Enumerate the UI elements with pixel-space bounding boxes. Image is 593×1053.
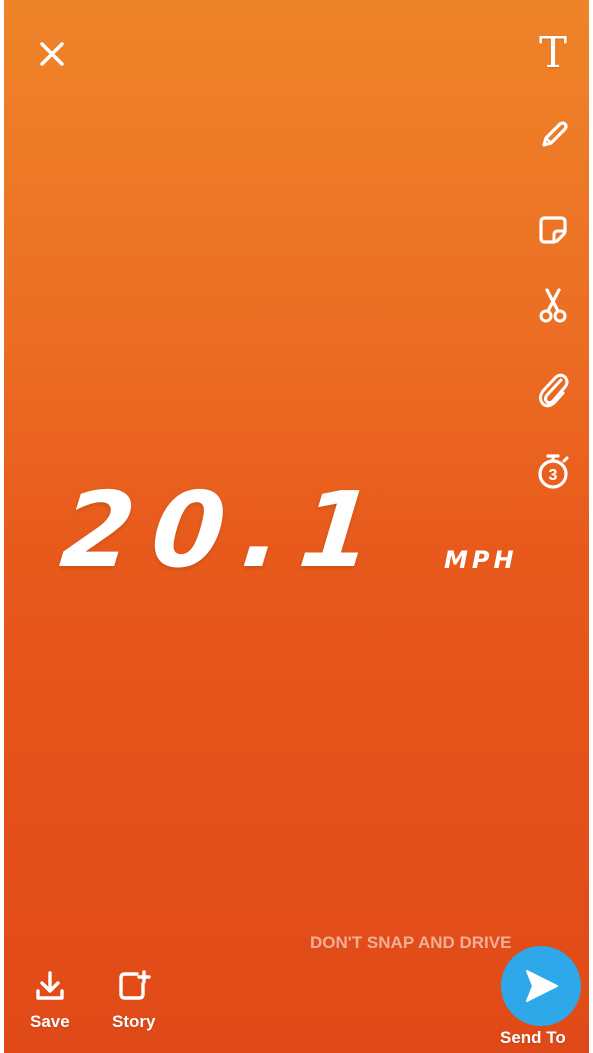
snap-preview-screen: T 3 20.1 MPH DON'T SNAP AND DRIVE Save S… (4, 0, 589, 1053)
sticker-icon (539, 216, 567, 244)
save-button[interactable]: Save (30, 970, 70, 1032)
speed-unit: MPH (444, 546, 518, 574)
safety-warning: DON'T SNAP AND DRIVE (310, 933, 512, 952)
speed-value: 20.1 (55, 469, 398, 591)
add-story-icon (119, 970, 151, 1000)
attach-link-button[interactable] (531, 368, 575, 412)
story-button[interactable]: Story (112, 970, 155, 1032)
download-icon (36, 971, 64, 1000)
sticker-tool-button[interactable] (531, 208, 575, 252)
close-icon (40, 42, 64, 66)
close-button[interactable] (34, 36, 70, 72)
pencil-icon (542, 121, 568, 147)
timer-value: 3 (549, 467, 558, 484)
text-tool-button[interactable]: T (531, 31, 575, 75)
send-arrow-icon (526, 970, 558, 1002)
send-to-button[interactable] (501, 946, 581, 1026)
text-icon: T (538, 28, 567, 77)
paperclip-icon (539, 373, 569, 408)
scissors-tool-button[interactable] (531, 284, 575, 328)
draw-tool-button[interactable] (531, 114, 575, 158)
save-label: Save (30, 1012, 70, 1031)
send-to-label: Send To (500, 1028, 566, 1047)
story-label: Story (112, 1012, 156, 1031)
timer-tool-button[interactable]: 3 (531, 449, 575, 493)
timer-icon: 3 (538, 454, 569, 489)
scissors-icon (539, 288, 567, 323)
